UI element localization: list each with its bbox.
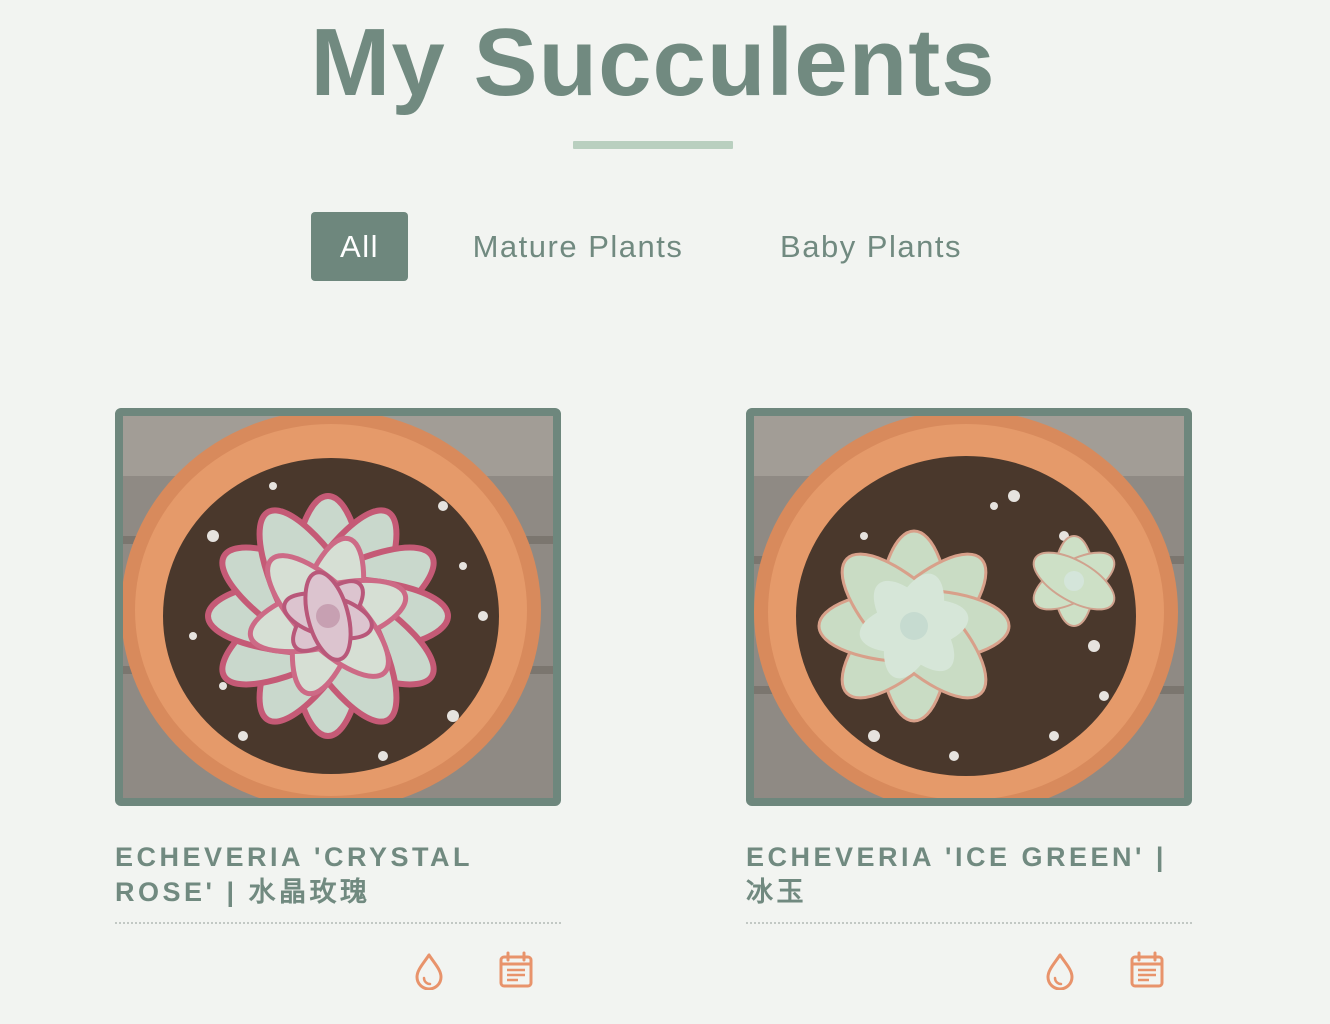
title-underline xyxy=(573,141,733,149)
page-title: My Succulents xyxy=(310,9,996,116)
water-drop-icon[interactable] xyxy=(411,950,447,990)
card-actions xyxy=(746,924,1192,996)
plant-name: Echeveria 'Crystal Rose' | 水晶玫瑰 xyxy=(115,842,473,907)
calendar-icon[interactable] xyxy=(498,950,534,990)
filter-all-button[interactable]: All xyxy=(311,212,408,281)
filter-mature-plants-button[interactable]: Mature Plants xyxy=(462,212,694,281)
card-actions xyxy=(115,924,561,996)
plant-photo-crystal-rose[interactable] xyxy=(115,408,561,806)
succulent-photo-rose xyxy=(123,416,553,798)
plant-card[interactable]: Echeveria 'Ice Green' | 冰玉 xyxy=(746,408,1192,996)
succulent-photo-green xyxy=(754,416,1184,798)
plant-card[interactable]: Echeveria 'Crystal Rose' | 水晶玫瑰 xyxy=(115,408,561,996)
plant-name: Echeveria 'Ice Green' | 冰玉 xyxy=(746,842,1167,907)
filter-baby-plants-button[interactable]: Baby Plants xyxy=(770,212,972,281)
water-drop-icon[interactable] xyxy=(1042,950,1078,990)
page: My Succulents All Mature Plants Baby Pla… xyxy=(0,0,1330,1024)
plant-photo-ice-green[interactable] xyxy=(746,408,1192,806)
filter-bar: All Mature Plants Baby Plants xyxy=(0,212,1330,282)
calendar-icon[interactable] xyxy=(1129,950,1165,990)
